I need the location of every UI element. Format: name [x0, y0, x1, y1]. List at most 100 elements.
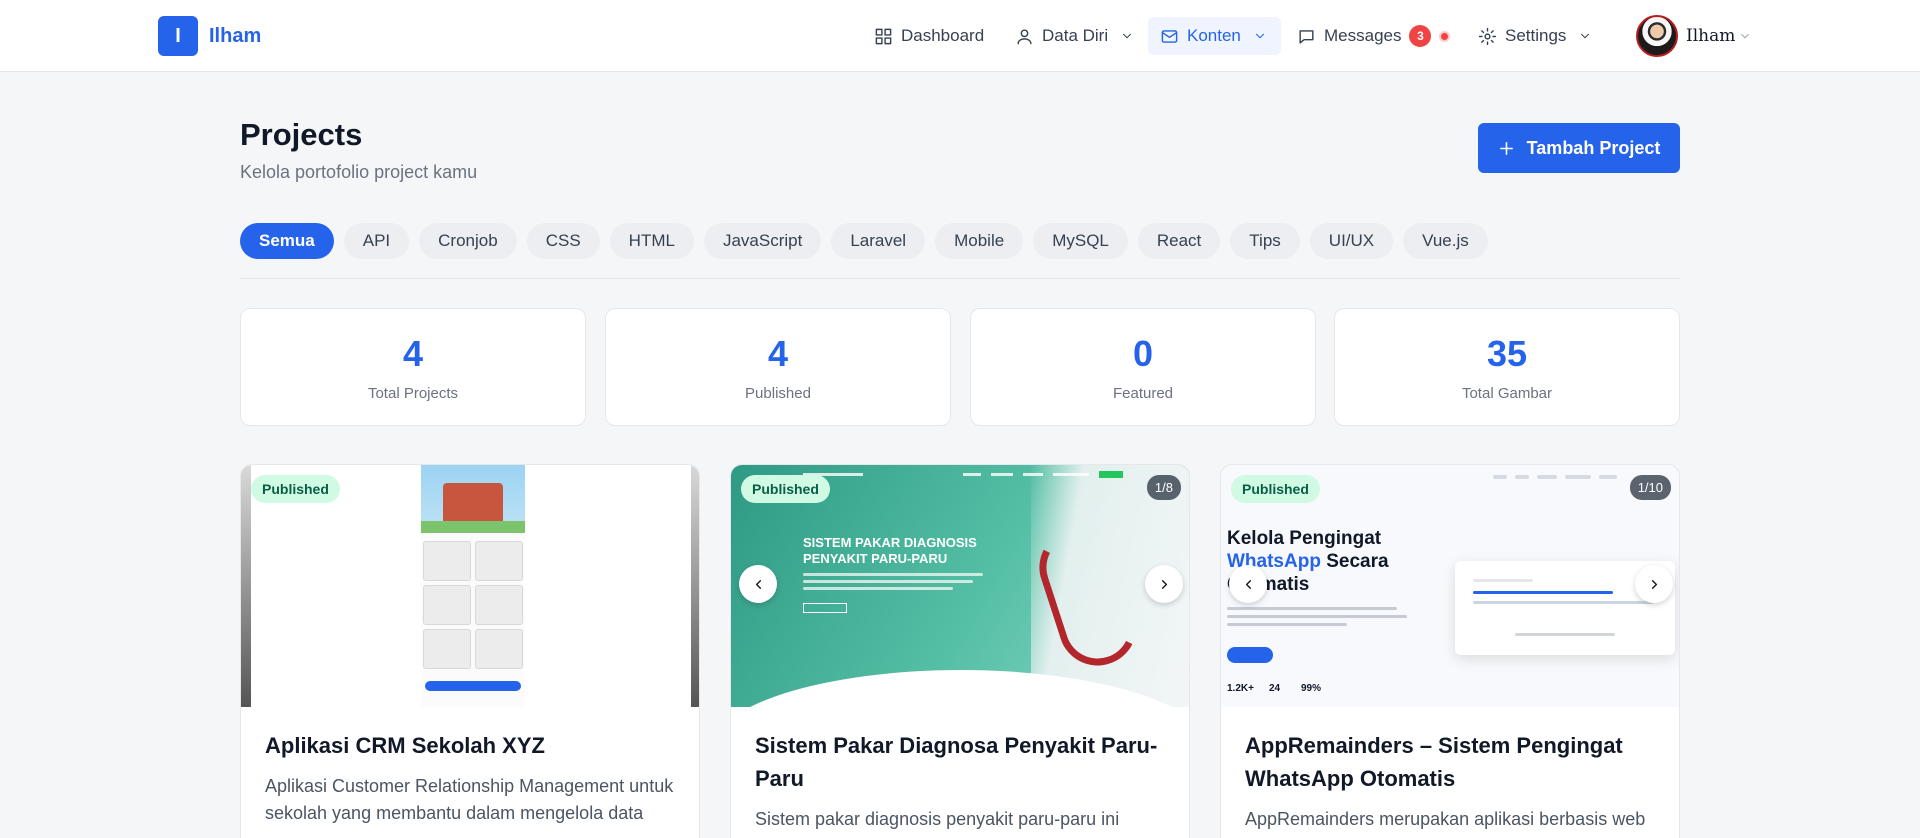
top-navbar: I Ilham Dashboard Data Diri Konten Messa… — [0, 0, 1920, 72]
chevron-down-icon — [1123, 33, 1132, 39]
grid-icon — [875, 28, 892, 44]
filter-ui-ux[interactable]: UI/UX — [1309, 223, 1394, 259]
thumbnail-heading: SISTEM PAKAR DIAGNOSIS PENYAKIT PARU-PAR… — [803, 535, 977, 566]
category-filters: Semua API Cronjob CSS HTML JavaScript La… — [240, 223, 1488, 259]
preview-bar — [1473, 591, 1613, 594]
messages-count-badge: 3 — [1409, 25, 1432, 47]
nav-settings-label: Settings — [1505, 26, 1567, 45]
menu-tile — [423, 629, 471, 669]
school-building — [443, 483, 503, 523]
add-project-label: Tambah Project — [1526, 137, 1661, 158]
thumbnail-edge — [241, 465, 251, 707]
project-description: Sistem pakar diagnosis penyakit paru-par… — [755, 809, 1120, 829]
filter-html[interactable]: HTML — [609, 223, 694, 259]
thumbnail-heading-part: Kelola Pengingat — [1227, 528, 1382, 549]
filter-vuejs[interactable]: Vue.js — [1403, 223, 1488, 259]
filter-mysql[interactable]: MySQL — [1033, 223, 1128, 259]
menu-tile — [475, 541, 523, 581]
thumbnail-stat: 1.2K+ — [1227, 683, 1254, 694]
project-thumbnail[interactable]: Kelola Pengingat WhatsApp Secara Otomati… — [1221, 465, 1679, 707]
stat-total-gambar: 35 Total Gambar — [1334, 308, 1680, 426]
menu-tile — [423, 541, 471, 581]
stat-label: Total Projects — [367, 385, 459, 402]
settings-icon — [1478, 27, 1497, 45]
menu-tile — [475, 629, 523, 669]
project-title[interactable]: Sistem Pakar Diagnosa Penyakit Paru-Paru — [755, 729, 1165, 795]
status-badge: Published — [741, 475, 830, 503]
filter-tips[interactable]: Tips — [1230, 223, 1300, 259]
chevron-down-icon[interactable] — [1738, 29, 1752, 43]
image-counter: 1/8 — [1146, 475, 1181, 500]
page-title: Projects — [240, 117, 363, 152]
text-line — [803, 573, 983, 576]
thumbnail-button — [803, 603, 847, 613]
plus-icon — [1499, 141, 1513, 155]
project-description: AppRemainders merupakan aplikasi berbasi… — [1245, 809, 1646, 829]
site-nav-link — [1599, 475, 1617, 479]
filter-mobile[interactable]: Mobile — [935, 223, 1024, 259]
chevron-right-icon — [1651, 579, 1657, 589]
text-line — [1227, 623, 1347, 626]
text-line — [1227, 607, 1397, 610]
status-badge: Published — [251, 475, 340, 503]
project-thumbnail[interactable]: SISTEM PAKAR DIAGNOSIS PENYAKIT PARU-PAR… — [731, 465, 1189, 707]
stat-label: Featured — [1112, 385, 1174, 402]
project-card[interactable]: Published Aplikasi CRM Sekolah XYZ Aplik… — [240, 464, 700, 838]
site-nav-link — [1537, 475, 1557, 479]
carousel-prev-button[interactable] — [739, 565, 777, 603]
nav-data-diri-label: Data Diri — [1042, 26, 1109, 45]
filter-laravel[interactable]: Laravel — [831, 223, 926, 259]
thumbnail-stat: 99% — [1301, 683, 1322, 694]
carousel-next-button[interactable] — [1635, 565, 1673, 603]
stat-featured: 0 Featured — [970, 308, 1316, 426]
user-name[interactable]: Ilham — [1686, 26, 1735, 46]
chevron-right-icon — [1161, 579, 1167, 589]
nav-messages-label: Messages — [1324, 26, 1402, 45]
nav-messages[interactable]: Messages 3 — [1285, 17, 1462, 55]
user-avatar[interactable] — [1636, 15, 1678, 57]
project-title[interactable]: AppRemainders – Sistem Pengingat WhatsAp… — [1245, 729, 1655, 795]
filter-javascript[interactable]: JavaScript — [703, 223, 822, 259]
site-nav-link — [1515, 475, 1529, 479]
stat-value: 4 — [402, 333, 424, 374]
project-card[interactable]: Kelola Pengingat WhatsApp Secara Otomati… — [1220, 464, 1680, 838]
filter-react[interactable]: React — [1137, 223, 1221, 259]
stat-published: 4 Published — [605, 308, 951, 426]
menu-tile — [475, 585, 523, 625]
page-subtitle: Kelola portofolio project kamu — [240, 162, 478, 182]
nav-dashboard-label: Dashboard — [901, 26, 985, 45]
filters-divider — [240, 278, 1680, 279]
filter-cronjob[interactable]: Cronjob — [419, 223, 517, 259]
site-nav-link — [1493, 475, 1507, 479]
project-thumbnail[interactable]: Published — [241, 465, 699, 707]
notification-dot — [1439, 30, 1451, 42]
image-counter: 1/10 — [1629, 475, 1671, 500]
stat-total-projects: 4 Total Projects — [240, 308, 586, 426]
chevron-down-icon — [1581, 33, 1590, 39]
stat-value: 4 — [767, 333, 789, 374]
mobile-screenshot — [421, 465, 525, 707]
grass — [421, 521, 525, 533]
project-title[interactable]: Aplikasi CRM Sekolah XYZ — [265, 729, 675, 762]
carousel-prev-button[interactable] — [1229, 565, 1267, 603]
mail-icon — [1161, 29, 1178, 43]
user-icon — [1017, 28, 1032, 44]
preview-bar — [1473, 579, 1533, 582]
filter-semua[interactable]: Semua — [240, 223, 334, 259]
chevron-down-icon — [1255, 33, 1264, 39]
brand-name[interactable]: Ilham — [209, 25, 261, 48]
project-card[interactable]: SISTEM PAKAR DIAGNOSIS PENYAKIT PARU-PAR… — [730, 464, 1190, 838]
nav-konten[interactable]: Konten — [1148, 17, 1281, 55]
add-project-button[interactable]: Tambah Project — [1478, 123, 1680, 173]
carousel-next-button[interactable] — [1145, 565, 1183, 603]
nav-settings[interactable]: Settings — [1466, 17, 1604, 55]
filter-api[interactable]: API — [343, 223, 410, 259]
status-badge: Published — [1231, 475, 1320, 503]
filter-css[interactable]: CSS — [526, 223, 600, 259]
nav-data-diri[interactable]: Data Diri — [1003, 17, 1146, 55]
nav-dashboard[interactable]: Dashboard — [862, 17, 996, 55]
brand-logo[interactable]: I — [158, 16, 198, 56]
stat-value: 0 — [1132, 333, 1154, 374]
chat-icon — [1299, 29, 1314, 44]
chevron-left-icon — [755, 579, 761, 589]
